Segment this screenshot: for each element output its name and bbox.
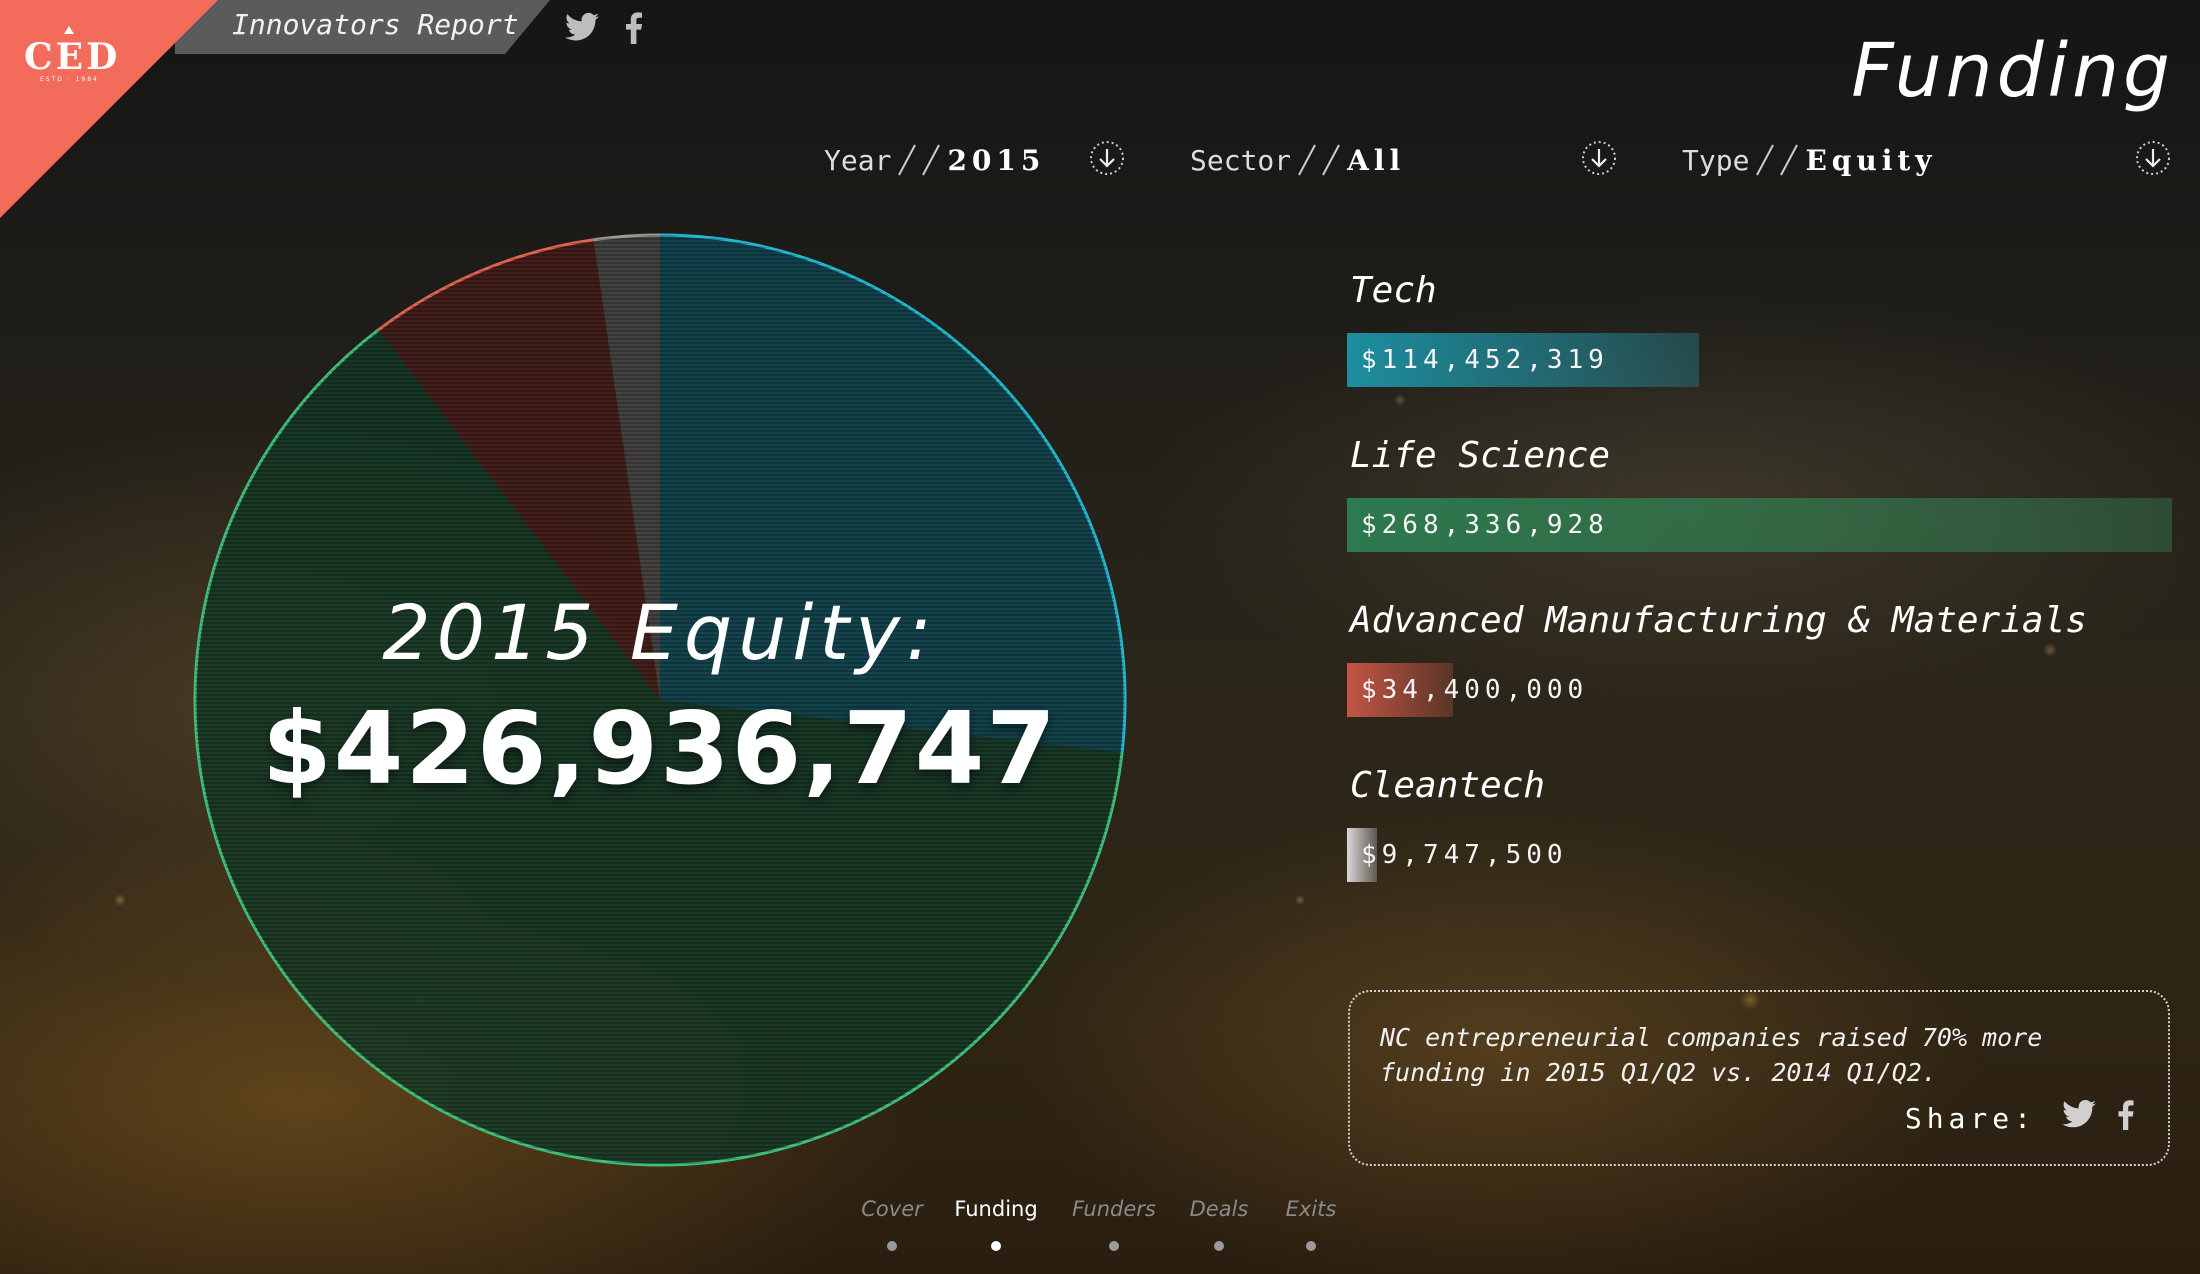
nav-funders[interactable]: Funders: [1072, 1197, 1156, 1221]
filter-type-value: Equity: [1805, 143, 1937, 177]
filter-sector-value: All: [1347, 143, 1406, 177]
share-label: Share:: [1904, 1102, 2036, 1135]
twitter-icon[interactable]: [2062, 1100, 2096, 1134]
bar-value-advanced-manufacturing: $34,400,000: [1361, 675, 1589, 705]
filter-type-dropdown-icon[interactable]: [2135, 140, 2171, 176]
facebook-icon[interactable]: [625, 12, 643, 48]
share-box: NC entrepreneurial companies raised 70% …: [1348, 990, 2170, 1166]
sector-name-advanced-manufacturing: Advanced Manufacturing & Materials: [1350, 600, 2087, 641]
twitter-icon[interactable]: [565, 12, 599, 46]
sector-name-tech: Tech: [1350, 270, 1437, 311]
nav-dot-funders[interactable]: [1109, 1241, 1119, 1251]
bar-advanced-manufacturing[interactable]: $34,400,000: [1347, 663, 2172, 717]
nav-dot-funding[interactable]: [991, 1241, 1001, 1251]
filter-year[interactable]: Year 2015: [824, 140, 1045, 180]
page-title: Funding: [1851, 28, 2174, 114]
filter-type[interactable]: Type Equity: [1682, 140, 1937, 180]
filter-year-label: Year: [824, 143, 892, 177]
nav-funding[interactable]: Funding: [954, 1197, 1037, 1221]
nav-dot-deals[interactable]: [1214, 1241, 1224, 1251]
filter-sector-label: Sector: [1190, 143, 1292, 177]
nav-exits[interactable]: Exits: [1286, 1197, 1337, 1221]
sector-name-life-science: Life Science: [1350, 435, 1611, 476]
double-slash-icon: [1298, 144, 1341, 176]
bar-tech[interactable]: $114,452,319: [1347, 333, 2172, 387]
nav-cover[interactable]: Cover: [861, 1197, 923, 1221]
share-icons: [2062, 1100, 2134, 1134]
double-slash-icon: [898, 144, 941, 176]
facebook-icon[interactable]: [2118, 1100, 2134, 1134]
pie-heading: 2015 Equity:: [382, 588, 938, 677]
filter-sector[interactable]: Sector All: [1190, 140, 1405, 180]
nav-dot-exits[interactable]: [1306, 1241, 1316, 1251]
filter-type-label: Type: [1682, 143, 1750, 177]
sector-name-cleantech: Cleantech: [1350, 765, 1546, 806]
bar-value-tech: $114,452,319: [1361, 345, 1609, 375]
bar-value-cleantech: $9,747,500: [1361, 840, 1568, 870]
filter-year-value: 2015: [947, 143, 1046, 177]
bar-life-science[interactable]: $268,336,928: [1347, 498, 2172, 552]
nav-dot-cover[interactable]: [887, 1241, 897, 1251]
report-title[interactable]: Innovators Report: [232, 8, 519, 41]
filter-year-dropdown-icon[interactable]: [1089, 140, 1125, 176]
ced-logo-subtitle: ESTD · 1984: [40, 76, 99, 83]
filter-sector-dropdown-icon[interactable]: [1581, 140, 1617, 176]
bar-value-life-science: $268,336,928: [1361, 510, 1609, 540]
bar-cleantech[interactable]: $9,747,500: [1347, 828, 2172, 882]
funding-page: Innovators Report CED ESTD · 1984 Fundin…: [0, 0, 2200, 1274]
ced-logo[interactable]: CED: [24, 36, 120, 78]
double-slash-icon: [1756, 144, 1799, 176]
pie-total-amount: $426,936,747: [262, 690, 1058, 807]
share-text: NC entrepreneurial companies raised 70% …: [1380, 1023, 2043, 1087]
logo-triangle-icon: [64, 26, 74, 34]
nav-deals[interactable]: Deals: [1190, 1197, 1249, 1221]
